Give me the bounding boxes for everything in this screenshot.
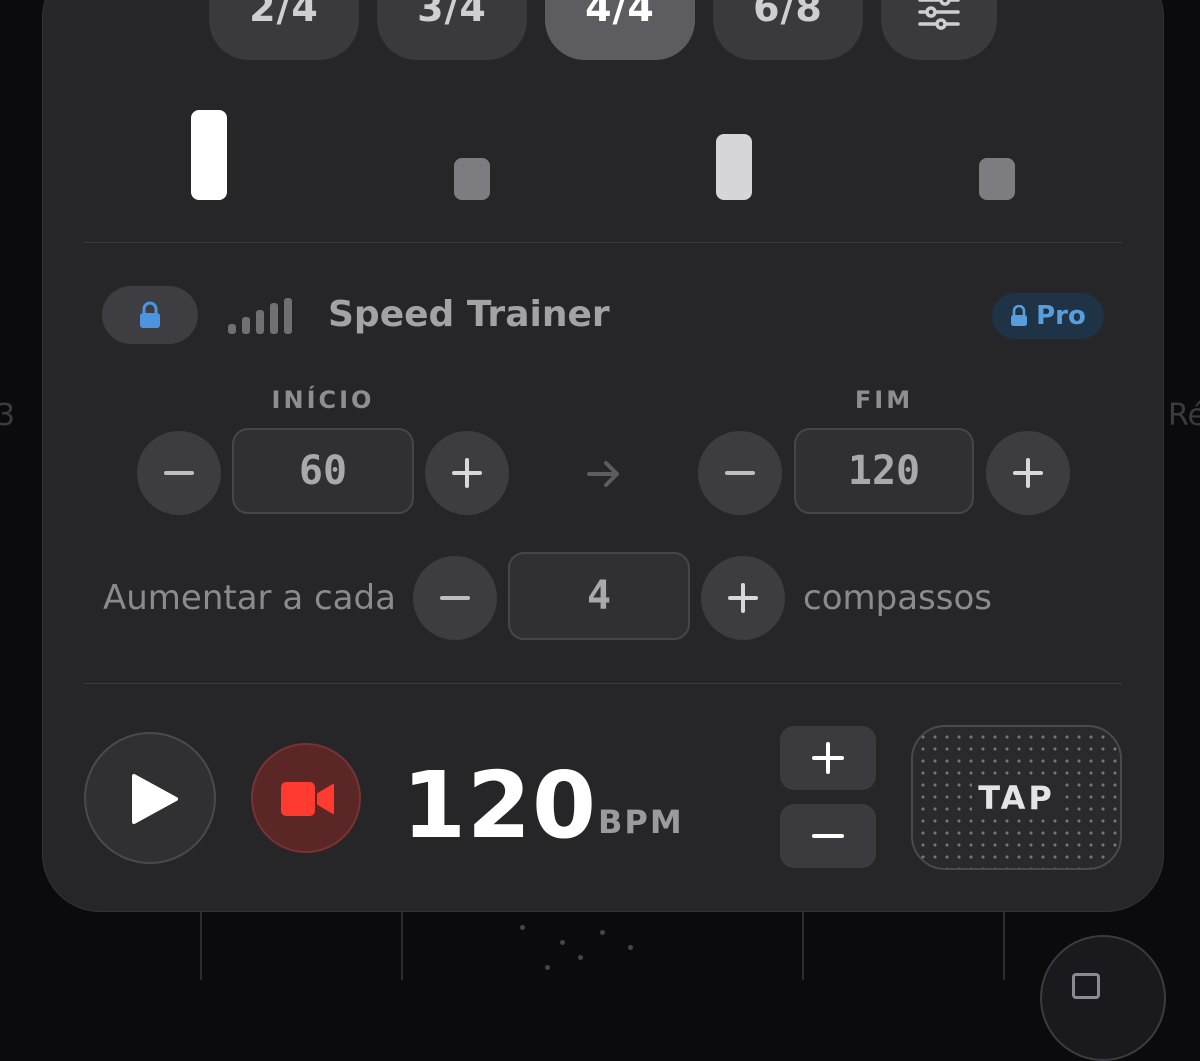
lock-icon xyxy=(1011,305,1028,326)
speed-trainer-title: Speed Trainer xyxy=(328,294,610,335)
play-button[interactable] xyxy=(84,732,216,864)
section-divider xyxy=(84,683,1122,684)
beat-indicator-4[interactable] xyxy=(979,158,1015,200)
bpm-display: 120 xyxy=(402,752,598,859)
bars-decrease-button[interactable] xyxy=(413,556,497,640)
bars-increase-button[interactable] xyxy=(701,556,785,640)
custom-time-signature-button[interactable] xyxy=(881,0,997,60)
video-record-icon xyxy=(281,782,334,816)
corner-action-button[interactable] xyxy=(1040,935,1166,1061)
beat-indicator-1[interactable] xyxy=(191,110,227,200)
bars-unit-label: compassos xyxy=(803,578,992,618)
lock-icon xyxy=(140,301,160,328)
plus-icon xyxy=(812,742,844,774)
increase-every-label: Aumentar a cada xyxy=(103,578,396,618)
bpm-decrease-button[interactable] xyxy=(780,804,876,868)
end-increase-button[interactable] xyxy=(986,431,1070,515)
plus-icon xyxy=(728,583,758,613)
beat-indicator-3[interactable] xyxy=(716,134,752,200)
end-label: FIM xyxy=(854,386,914,414)
minus-icon xyxy=(725,471,755,475)
section-divider xyxy=(84,242,1122,243)
background-divider xyxy=(200,905,202,980)
pro-badge[interactable]: Pro xyxy=(992,293,1104,339)
plus-icon xyxy=(1013,458,1043,488)
square-icon xyxy=(1072,973,1100,999)
bars-count-field[interactable]: 4 xyxy=(508,552,690,640)
end-decrease-button[interactable] xyxy=(698,431,782,515)
record-video-button[interactable] xyxy=(251,743,361,853)
start-bpm-field[interactable]: 60 xyxy=(232,428,414,514)
time-signature-3-4[interactable]: 3/4 xyxy=(377,0,527,60)
minus-icon xyxy=(164,471,194,475)
speed-trainer-toggle[interactable] xyxy=(102,286,198,344)
pro-label: Pro xyxy=(1036,301,1086,331)
end-bpm-field[interactable]: 120 xyxy=(794,428,974,514)
minus-icon xyxy=(812,834,844,838)
time-signature-2-4[interactable]: 2/4 xyxy=(209,0,359,60)
plus-icon xyxy=(452,458,482,488)
start-increase-button[interactable] xyxy=(425,431,509,515)
bpm-unit-label: BPM xyxy=(598,803,684,841)
background-left-text: 3 xyxy=(0,398,16,433)
signal-bars-icon xyxy=(228,298,298,334)
background-divider xyxy=(401,905,403,980)
start-decrease-button[interactable] xyxy=(137,431,221,515)
background-divider xyxy=(1003,905,1005,980)
time-signature-4-4[interactable]: 4/4 xyxy=(545,0,695,60)
sparkle xyxy=(600,930,605,935)
tap-label: TAP xyxy=(972,778,1061,817)
play-icon xyxy=(132,774,178,824)
sliders-icon xyxy=(918,0,960,30)
sparkle xyxy=(628,945,633,950)
time-signature-6-8[interactable]: 6/8 xyxy=(713,0,863,60)
tap-tempo-button[interactable]: TAP xyxy=(911,725,1122,870)
background-right-text: Ré xyxy=(1168,398,1200,433)
background-divider xyxy=(802,905,804,980)
sparkle xyxy=(545,965,550,970)
arrow-right-icon xyxy=(587,461,619,487)
sparkle xyxy=(560,940,565,945)
start-label: INÍCIO xyxy=(271,386,375,414)
minus-icon xyxy=(440,596,470,600)
sparkle xyxy=(520,925,525,930)
sparkle xyxy=(578,955,583,960)
beat-indicator-2[interactable] xyxy=(454,158,490,200)
bpm-increase-button[interactable] xyxy=(780,726,876,790)
